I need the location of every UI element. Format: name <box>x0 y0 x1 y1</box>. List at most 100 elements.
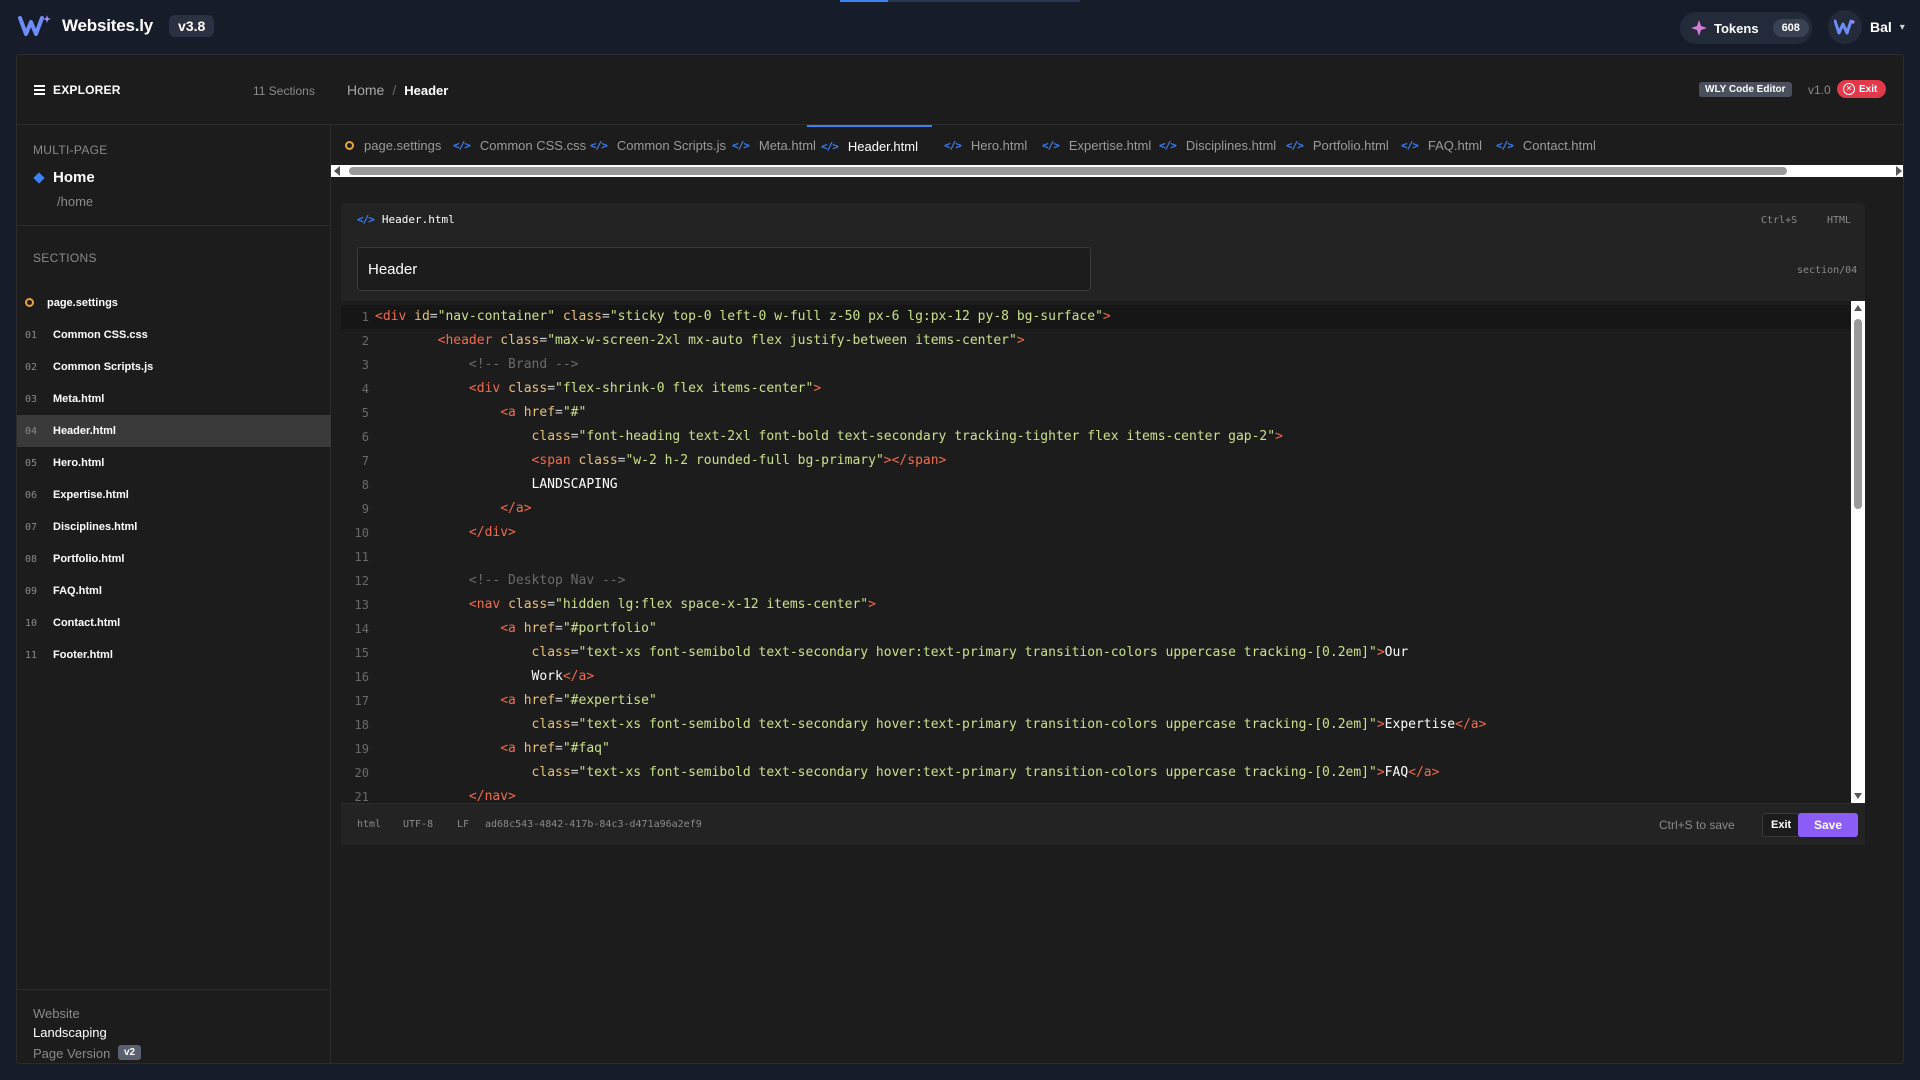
section-item[interactable]: 02 Common Scripts.js <box>17 351 331 383</box>
user-menu[interactable]: Bal ▾ <box>1828 10 1905 44</box>
code-scrollbar[interactable] <box>1851 301 1865 803</box>
code-line: 4 <div class="flex-shrink-0 flex items-c… <box>341 377 1851 401</box>
chevron-down-icon: ▾ <box>1899 21 1905 33</box>
line-number: 14 <box>354 622 369 636</box>
sidebar-footer: Website Landscaping Page Version v2 <box>17 989 331 1063</box>
code-text: </nav> <box>375 785 516 803</box>
code-token: > <box>1376 717 1385 732</box>
tab-file[interactable]: </> Hero.html <box>944 125 1027 165</box>
tab-file[interactable]: </> Common CSS.css <box>453 125 586 165</box>
section-item-page-settings[interactable]: page.settings <box>17 287 331 319</box>
tab-file[interactable]: </> Header.html <box>807 125 932 165</box>
tab-label: page.settings <box>364 137 442 153</box>
code-text: <a href="#" <box>375 401 586 425</box>
line-number: 1 <box>361 310 369 324</box>
code-line: 6 class="font-heading text-2xl font-bold… <box>341 425 1851 449</box>
page-item-home[interactable]: Home <box>33 169 95 186</box>
section-item-label: Contact.html <box>53 617 121 629</box>
scrollbar-thumb[interactable] <box>349 167 1787 175</box>
line-number: 20 <box>354 766 369 780</box>
status-line-ending: LF <box>457 819 470 830</box>
code-token: Expertise <box>1384 717 1456 732</box>
scroll-left-icon[interactable] <box>334 166 340 176</box>
code-token: </nav> <box>468 789 516 803</box>
tab-file[interactable]: </> Disciplines.html <box>1159 125 1276 165</box>
section-item[interactable]: 09 FAQ.html <box>17 575 331 607</box>
app-frame: EXPLORER 11 Sections Home / Header WLY C… <box>16 54 1904 1064</box>
exit-editor-button[interactable]: ✕ Exit <box>1837 80 1887 98</box>
code-token: "#portfolio" <box>562 621 657 636</box>
code-text: <span class="w-2 h-2 rounded-full bg-pri… <box>375 449 947 473</box>
page-name: Home <box>53 169 95 186</box>
code-icon: </> <box>1286 138 1304 152</box>
tab-label: Disciplines.html <box>1185 137 1277 153</box>
code-text: Work</a> <box>375 665 595 689</box>
code-token: href <box>523 621 556 636</box>
tab-file[interactable]: </> Meta.html <box>732 125 816 165</box>
line-number: 5 <box>361 406 369 420</box>
section-item[interactable]: 10 Contact.html <box>17 607 331 639</box>
page-path: /home <box>57 194 94 209</box>
scroll-up-icon[interactable] <box>1854 305 1862 311</box>
breadcrumb-home[interactable]: Home <box>347 82 384 98</box>
code-token: > <box>1102 309 1111 324</box>
section-title-input[interactable] <box>357 247 1091 291</box>
website-label: Website <box>33 1006 80 1021</box>
save-button[interactable]: Save <box>1798 813 1858 837</box>
code-icon: </> <box>1159 138 1177 152</box>
section-number: 04 <box>25 425 38 437</box>
tokens-pill[interactable]: Tokens 608 <box>1680 12 1812 44</box>
line-number: 2 <box>361 334 369 348</box>
section-item[interactable]: 03 Meta.html <box>17 383 331 415</box>
code-token: <a <box>500 405 524 420</box>
code-token: <a <box>500 741 524 756</box>
code-line: 8 LANDSCAPING <box>341 473 1851 497</box>
section-item[interactable]: 05 Hero.html <box>17 447 331 479</box>
code-token: = <box>570 645 579 660</box>
tab-file[interactable]: </> Common Scripts.js <box>590 125 726 165</box>
tab-file[interactable]: </> Contact.html <box>1496 125 1596 165</box>
sections-list: page.settings 01 Common CSS.css 02 Common S… <box>17 287 331 671</box>
section-number: 01 <box>25 329 38 341</box>
tab-file[interactable]: </> FAQ.html <box>1401 125 1482 165</box>
logo[interactable]: Websites.ly v3.8 <box>18 12 215 40</box>
code-token: = <box>602 309 610 324</box>
close-circle-icon: ✕ <box>1843 83 1855 95</box>
avatar <box>1828 10 1862 44</box>
section-item[interactable]: 11 Footer.html <box>17 639 331 671</box>
section-item[interactable]: 01 Common CSS.css <box>17 319 331 351</box>
code-line: 14 <a href="#portfolio" <box>341 617 1851 641</box>
tab-file[interactable]: page.settings <box>345 125 441 165</box>
code-token: "text-xs font-semibold text-secondary ho… <box>578 765 1377 780</box>
section-item-label: FAQ.html <box>53 585 102 597</box>
section-item[interactable]: 04 Header.html <box>17 415 331 447</box>
editor-file-name: Header.html <box>381 213 455 226</box>
section-number: 05 <box>25 457 38 469</box>
breadcrumb-current: Header <box>404 82 449 98</box>
code-line: 5 <a href="#" <box>341 401 1851 425</box>
code-text: </div> <box>375 521 516 545</box>
code-token: </div> <box>468 525 516 540</box>
code-line: 1 <div id="nav-container" class="sticky t… <box>341 305 1851 329</box>
scroll-right-icon[interactable] <box>1896 166 1902 176</box>
tab-file[interactable]: </> Expertise.html <box>1042 125 1151 165</box>
explorer-toggle[interactable]: EXPLORER <box>34 83 121 97</box>
line-number: 12 <box>354 574 369 588</box>
section-item[interactable]: 06 Expertise.html <box>17 479 331 511</box>
tab-label: Portfolio.html <box>1312 137 1389 153</box>
code-text: <a href="#faq" <box>375 737 610 761</box>
section-item[interactable]: 08 Portfolio.html <box>17 543 331 575</box>
section-number: 03 <box>25 393 38 405</box>
code-editor[interactable]: 1 <div id="nav-container" class="sticky t… <box>341 301 1865 803</box>
tabs-scrollbar[interactable] <box>331 165 1903 177</box>
tab-file[interactable]: </> Portfolio.html <box>1286 125 1389 165</box>
tab-label: Common Scripts.js <box>616 137 726 153</box>
scrollbar-thumb[interactable] <box>1854 319 1862 509</box>
section-item[interactable]: 07 Disciplines.html <box>17 511 331 543</box>
scroll-down-icon[interactable] <box>1854 793 1862 799</box>
exit-button[interactable]: Exit <box>1762 813 1801 837</box>
